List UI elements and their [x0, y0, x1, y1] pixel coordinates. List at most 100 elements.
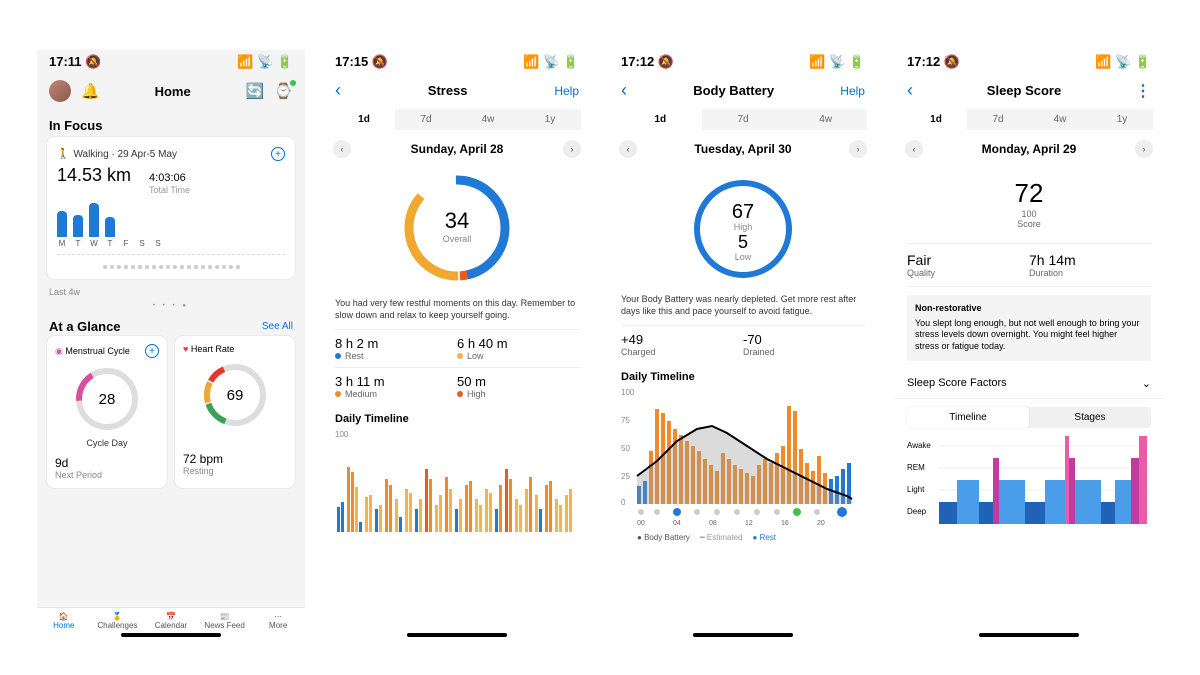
home-indicator	[407, 633, 507, 637]
target-icon: ◉	[55, 346, 63, 356]
page-indicator: • • • ●	[37, 303, 305, 309]
walking-range: Walking · 29 Apr-5 May	[73, 149, 177, 160]
tab-1y[interactable]: 1y	[1091, 109, 1153, 130]
chevron-down-icon: ⌄	[1142, 377, 1151, 390]
sync-icon[interactable]: 🔄	[246, 82, 265, 100]
sleep-stages-chart: Awake REM Light Deep	[895, 436, 1163, 534]
prev-day[interactable]: ‹	[905, 140, 923, 158]
battery-desc: Your Body Battery was nearly depleted. G…	[609, 294, 877, 325]
add-icon[interactable]: +	[145, 344, 159, 358]
back-button[interactable]: ‹	[335, 80, 341, 101]
tab-news[interactable]: 📰News Feed	[198, 612, 252, 630]
heart-rate-card[interactable]: ♥ Heart Rate 69 72 bpmResting	[175, 336, 295, 488]
screen-stress: 17:15 🔕📶 📡 🔋 ‹ Stress Help 1d 7d 4w 1y ‹…	[323, 50, 591, 640]
help-link[interactable]: Help	[840, 84, 865, 98]
avatar[interactable]	[49, 80, 71, 102]
svg-text:0: 0	[621, 498, 626, 507]
svg-text:25: 25	[621, 472, 630, 481]
body-battery-ring: 67 High 5 Low	[688, 174, 798, 284]
back-button[interactable]: ‹	[907, 80, 913, 101]
in-focus-title: In Focus	[37, 110, 305, 137]
sleep-score-value: 72 100 Score	[895, 178, 1163, 229]
tab-calendar[interactable]: 📅Calendar	[144, 612, 198, 630]
total-time-label: Total Time	[149, 185, 190, 195]
seg-timeline[interactable]: Timeline	[907, 407, 1029, 428]
walk-icon: 🚶	[57, 149, 69, 160]
svg-text:16: 16	[781, 520, 789, 527]
next-day[interactable]: ›	[849, 140, 867, 158]
sleep-factors-row[interactable]: Sleep Score Factors ⌄	[895, 369, 1163, 399]
svg-text:REM: REM	[907, 463, 925, 472]
walking-card[interactable]: 🚶Walking · 29 Apr-5 May + 14.53 km 4:03:…	[47, 137, 295, 279]
svg-text:75: 75	[621, 416, 630, 425]
time-range-tabs: 1d 7d 4w 1y	[905, 109, 1153, 130]
svg-text:12: 12	[745, 520, 753, 527]
screen-home: 17:11 🔕 📶 📡 🔋 🔔 Home 🔄 ⌚ In Focus 🚶 Walki…	[37, 50, 305, 640]
svg-text:High: High	[734, 222, 753, 232]
sleep-summary: FairQuality 7h 14mDuration	[907, 243, 1151, 287]
svg-text:08: 08	[709, 520, 717, 527]
tab-4w[interactable]: 4w	[784, 109, 867, 130]
notifications-icon[interactable]: 🔔	[81, 82, 100, 100]
cycle-ring: 28	[72, 364, 142, 434]
stress-timeline-chart: 100	[323, 427, 591, 540]
total-time: 4:03:06	[149, 172, 186, 184]
svg-text:100: 100	[335, 430, 349, 439]
page-title: Home	[155, 84, 191, 99]
segment-tabs: Timeline Stages	[907, 407, 1151, 428]
next-day[interactable]: ›	[563, 140, 581, 158]
home-header: 🔔 Home 🔄 ⌚	[37, 76, 305, 110]
menu-icon[interactable]: ⋮	[1135, 81, 1151, 101]
date-label: Monday, April 29	[982, 142, 1077, 156]
stress-desc: You had very few restful moments on this…	[323, 298, 591, 329]
tab-7d[interactable]: 7d	[967, 109, 1029, 130]
svg-text:00: 00	[637, 520, 645, 527]
home-indicator	[693, 633, 793, 637]
tab-1y[interactable]: 1y	[519, 109, 581, 130]
back-button[interactable]: ‹	[621, 80, 627, 101]
tab-4w[interactable]: 4w	[457, 109, 519, 130]
battery-stats: +49Charged -70Drained	[609, 325, 877, 363]
svg-text:04: 04	[673, 520, 681, 527]
svg-text:69: 69	[227, 387, 244, 404]
at-glance-title: At a Glance	[49, 319, 121, 334]
heart-icon: ♥	[183, 344, 188, 354]
status-time: 17:12	[907, 54, 940, 69]
prev-day[interactable]: ‹	[333, 140, 351, 158]
tab-home[interactable]: 🏠Home	[37, 612, 91, 630]
sleep-info-box: Non-restorative You slept long enough, b…	[907, 295, 1151, 361]
tab-4w[interactable]: 4w	[1029, 109, 1091, 130]
next-day[interactable]: ›	[1135, 140, 1153, 158]
help-link[interactable]: Help	[554, 84, 579, 98]
screen-body-battery: 17:12 🔕📶 📡 🔋 ‹ Body Battery Help 1d 7d 4…	[609, 50, 877, 640]
page-title: Stress	[428, 83, 468, 98]
tab-1d[interactable]: 1d	[619, 109, 702, 130]
tab-more[interactable]: ⋯More	[251, 612, 305, 630]
menstrual-card[interactable]: ◉ Menstrual Cycle+ 28 Cycle Day 9dNext P…	[47, 336, 167, 488]
prev-day[interactable]: ‹	[619, 140, 637, 158]
tab-7d[interactable]: 7d	[702, 109, 785, 130]
tab-1d[interactable]: 1d	[333, 109, 395, 130]
svg-text:100: 100	[621, 388, 635, 397]
svg-text:Low: Low	[735, 252, 752, 262]
status-time: 17:15	[335, 54, 368, 69]
date-label: Tuesday, April 30	[694, 142, 791, 156]
device-icon[interactable]: ⌚	[274, 82, 293, 100]
svg-text:34: 34	[445, 208, 469, 233]
svg-text:Deep: Deep	[907, 507, 927, 516]
tab-challenges[interactable]: 🏅Challenges	[91, 612, 145, 630]
svg-text:28: 28	[99, 391, 116, 408]
see-all-link[interactable]: See All	[262, 321, 293, 332]
status-icons: 📶 📡 🔋	[237, 54, 293, 70]
stress-stats: 8 h 2 mRest 6 h 40 mLow 3 h 11 mMedium 5…	[323, 329, 591, 405]
seg-stages[interactable]: Stages	[1029, 407, 1151, 428]
svg-text:5: 5	[738, 232, 748, 252]
status-bar: 17:11 🔕 📶 📡 🔋	[37, 50, 305, 76]
time-range-tabs: 1d 7d 4w 1y	[333, 109, 581, 130]
add-icon[interactable]: +	[271, 147, 285, 161]
home-indicator	[979, 633, 1079, 637]
screen-sleep: 17:12 🔕📶 📡 🔋 ‹ Sleep Score ⋮ 1d 7d 4w 1y…	[895, 50, 1163, 640]
tab-7d[interactable]: 7d	[395, 109, 457, 130]
tab-1d[interactable]: 1d	[905, 109, 967, 130]
svg-text:Awake: Awake	[907, 441, 931, 450]
